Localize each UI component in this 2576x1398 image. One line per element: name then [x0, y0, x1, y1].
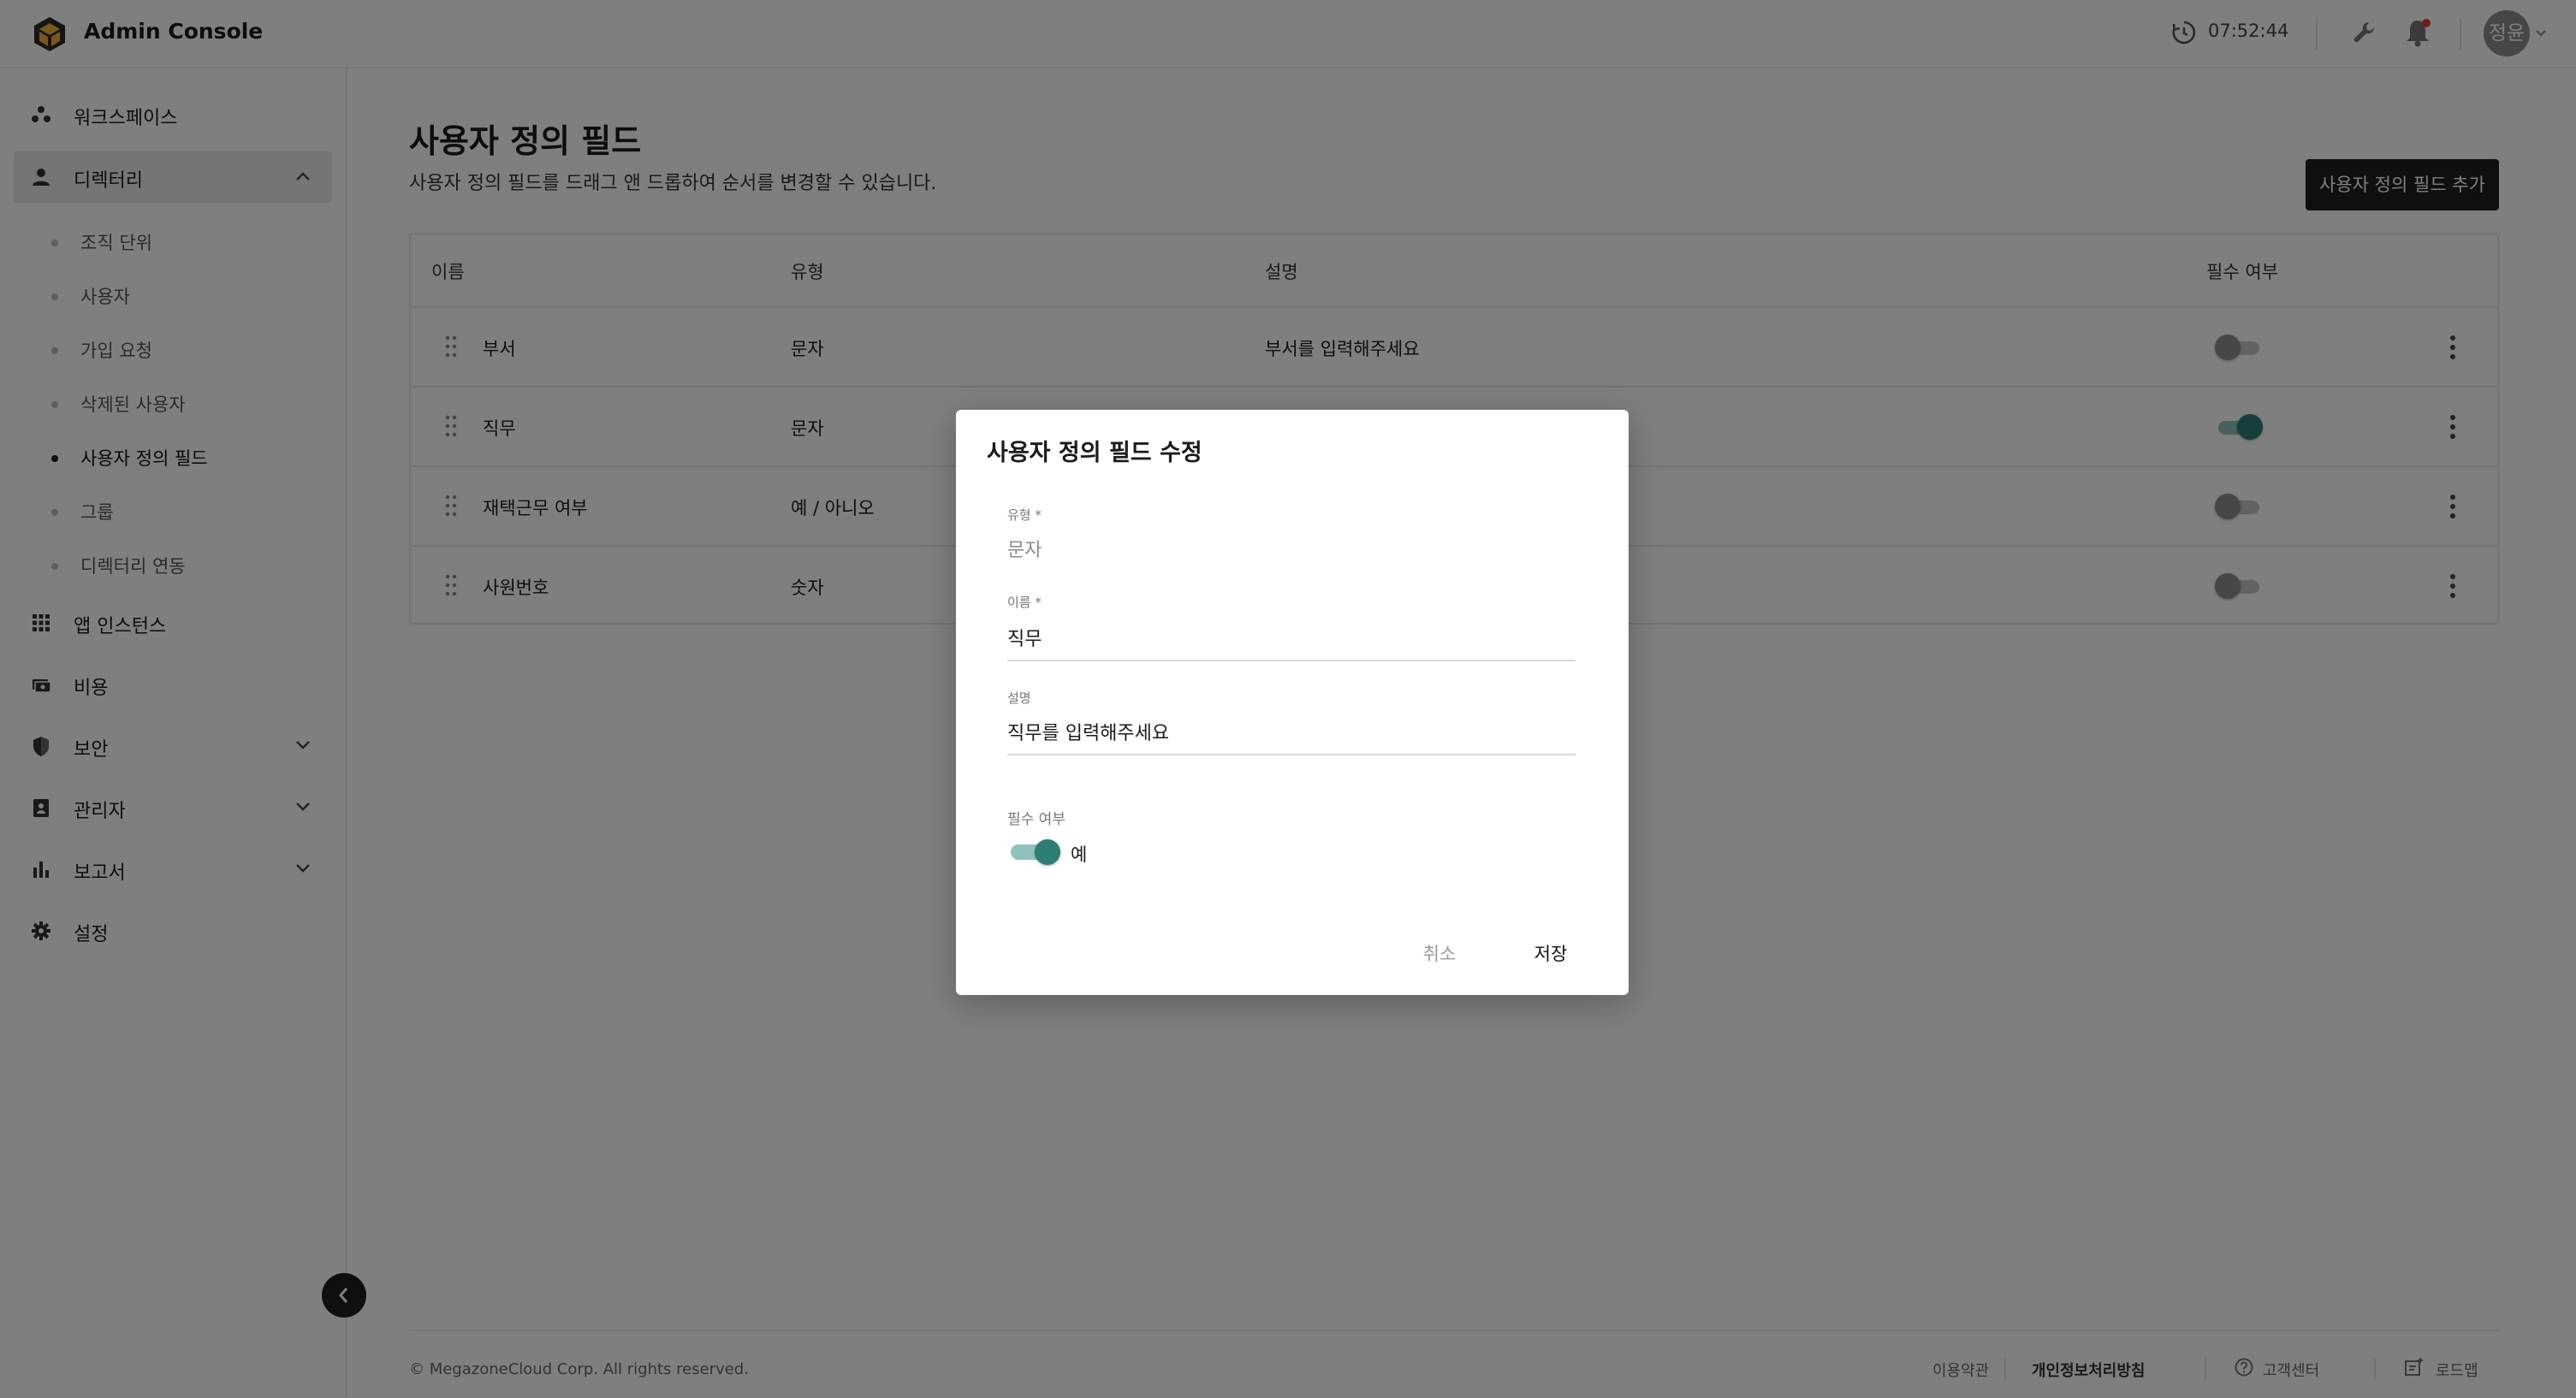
required-field-label: 필수 여부 — [1007, 811, 1065, 828]
description-field-label: 설명 — [1007, 690, 1031, 706]
name-field-label: 이름 * — [1007, 595, 1042, 610]
name-field[interactable]: 직무 — [1007, 624, 1042, 651]
save-button[interactable]: 저장 — [1512, 937, 1589, 971]
edit-custom-field-dialog: 사용자 정의 필드 수정 유형 * 문자 이름 * 직무 설명 직무를 입력해주… — [956, 410, 1629, 995]
dialog-title: 사용자 정의 필드 수정 — [987, 440, 1202, 466]
type-field-value: 문자 — [1007, 540, 1042, 561]
required-switch[interactable] — [1011, 838, 1062, 867]
cancel-button[interactable]: 취소 — [1401, 937, 1478, 971]
name-field-underline — [1007, 660, 1576, 661]
description-field-underline — [1007, 754, 1576, 755]
description-field[interactable]: 직무를 입력해주세요 — [1007, 718, 1169, 745]
required-switch-label: 예 — [1071, 844, 1088, 865]
type-field-label: 유형 * — [1007, 507, 1042, 523]
